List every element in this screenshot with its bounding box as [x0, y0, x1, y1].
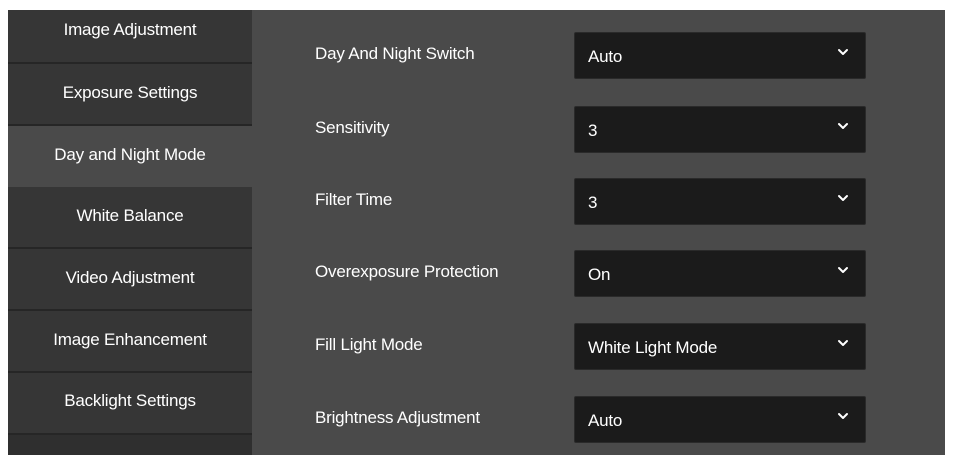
select-value: Auto: [588, 411, 623, 430]
sidebar-item-label: White Balance: [76, 206, 184, 225]
sidebar-item-image-enhancement[interactable]: Image Enhancement: [8, 311, 252, 373]
chevron-down-icon: [838, 123, 848, 129]
chevron-down-icon: [838, 413, 848, 419]
select-value: 3: [588, 193, 598, 212]
sidebar-item-label: Day and Night Mode: [54, 145, 206, 164]
sidebar: Image Adjustment Exposure Settings Day a…: [8, 10, 252, 455]
sidebar-item-day-and-night-mode[interactable]: Day and Night Mode: [8, 126, 252, 187]
sidebar-item-exposure-settings[interactable]: Exposure Settings: [8, 64, 252, 126]
sidebar-item-label: Image Enhancement: [53, 330, 207, 349]
sidebar-item-white-balance[interactable]: White Balance: [8, 187, 252, 249]
sensitivity-label: Sensitivity: [315, 118, 390, 137]
day-night-settings-panel: Day And Night Switch Auto Sensitivity 3 …: [252, 10, 945, 455]
filter-time-label: Filter Time: [315, 190, 393, 209]
chevron-down-icon: [838, 49, 848, 55]
sidebar-item-label: Video Adjustment: [65, 268, 195, 287]
overexposure-protection-label: Overexposure Protection: [315, 262, 499, 281]
brightness-adjustment-select[interactable]: Auto: [574, 396, 866, 443]
sidebar-item-label: Exposure Settings: [62, 83, 198, 102]
chevron-down-icon: [838, 267, 848, 273]
filter-time-select[interactable]: 3: [574, 178, 866, 225]
overexposure-protection-select[interactable]: On: [574, 250, 866, 297]
select-value: 3: [588, 121, 598, 140]
chevron-down-icon: [838, 340, 848, 346]
sidebar-item-label: Image Adjustment: [63, 20, 197, 39]
sidebar-item-image-adjustment[interactable]: Image Adjustment: [8, 10, 252, 64]
fill-light-mode-select[interactable]: White Light Mode: [574, 323, 866, 370]
sidebar-item-video-adjustment[interactable]: Video Adjustment: [8, 249, 252, 311]
day-and-night-switch-label: Day And Night Switch: [315, 44, 475, 63]
sidebar-item-label: Backlight Settings: [64, 391, 196, 410]
day-and-night-switch-select[interactable]: Auto: [574, 32, 866, 79]
select-value: On: [588, 265, 611, 284]
brightness-adjustment-label: Brightness Adjustment: [315, 408, 480, 427]
settings-window: Image Adjustment Exposure Settings Day a…: [8, 10, 945, 455]
sidebar-item-backlight-settings[interactable]: Backlight Settings: [8, 373, 252, 435]
chevron-down-icon: [838, 195, 848, 201]
select-value: White Light Mode: [588, 338, 718, 357]
fill-light-mode-label: Fill Light Mode: [315, 335, 423, 354]
select-value: Auto: [588, 47, 623, 66]
sensitivity-select[interactable]: 3: [574, 106, 866, 153]
